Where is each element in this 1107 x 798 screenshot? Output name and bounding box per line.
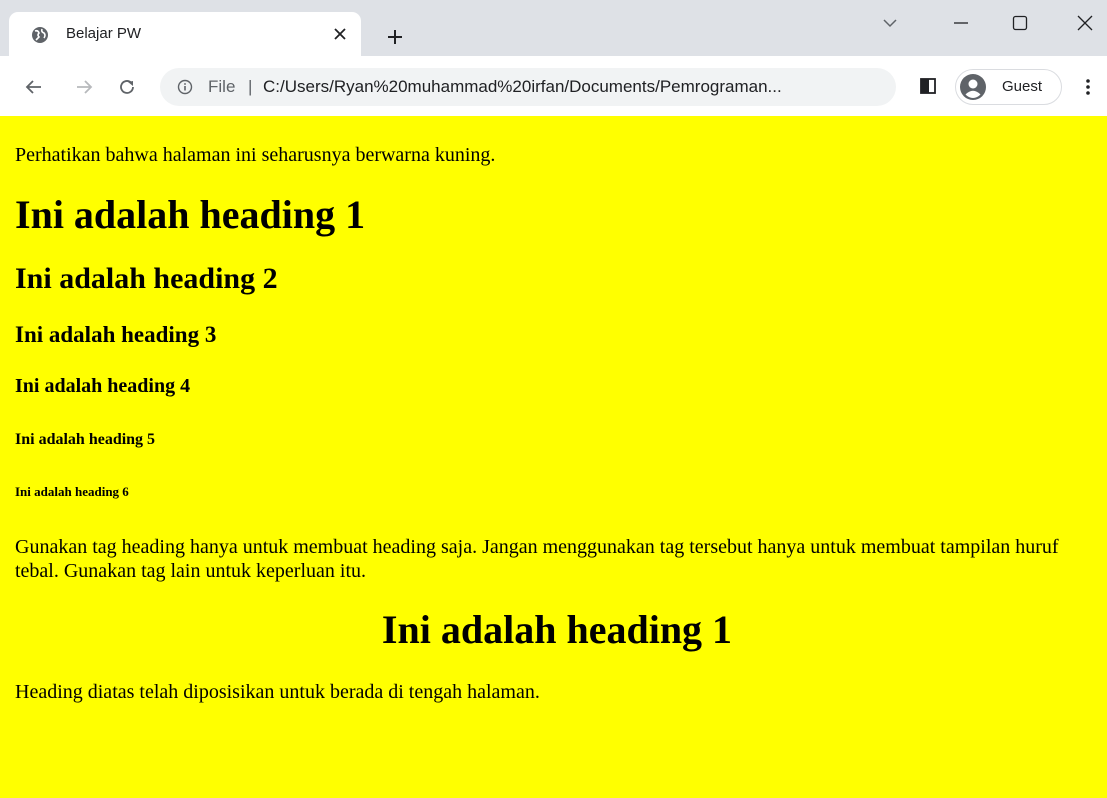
more-vertical-icon[interactable]: [1080, 77, 1096, 97]
heading-4: Ini adalah heading 4: [15, 375, 191, 397]
info-icon[interactable]: [177, 79, 193, 95]
tab-search-chevron-icon[interactable]: [879, 12, 901, 34]
profile-button[interactable]: Guest: [955, 69, 1062, 105]
tab-belajar-pw[interactable]: Belajar PW: [9, 12, 361, 56]
profile-label: Guest: [1002, 78, 1043, 95]
close-icon[interactable]: [331, 25, 349, 43]
side-panel-icon[interactable]: [919, 77, 937, 95]
tab-title: Belajar PW: [66, 25, 142, 42]
heading-5: Ini adalah heading 5: [15, 431, 156, 448]
address-bar[interactable]: File | C:/Users/Ryan%20muhammad%20irfan/…: [160, 68, 896, 106]
avatar-icon: [959, 73, 987, 101]
forward-arrow-icon[interactable]: [74, 77, 94, 97]
heading-3: Ini adalah heading 3: [15, 322, 217, 347]
note-paragraph: Gunakan tag heading hanya untuk membuat …: [15, 536, 1059, 582]
reload-icon[interactable]: [117, 77, 137, 97]
heading-2: Ini adalah heading 2: [15, 262, 278, 295]
heading-1: Ini adalah heading 1: [15, 192, 366, 237]
minimize-icon[interactable]: [950, 12, 972, 34]
back-arrow-icon[interactable]: [24, 77, 44, 97]
page-viewport: Perhatikan bahwa halaman ini seharusnya …: [0, 116, 1107, 798]
footer-paragraph: Heading diatas telah diposisikan untuk b…: [15, 681, 540, 703]
intro-paragraph: Perhatikan bahwa halaman ini seharusnya …: [15, 144, 496, 166]
url-scheme-label: File: [208, 77, 236, 96]
url-separator: |: [248, 77, 253, 96]
browser-toolbar: File | C:/Users/Ryan%20muhammad%20irfan/…: [0, 56, 1107, 116]
globe-icon: [31, 26, 49, 44]
close-window-icon[interactable]: [1074, 12, 1096, 34]
maximize-icon[interactable]: [1009, 12, 1031, 34]
centered-heading-1: Ini adalah heading 1: [381, 607, 733, 652]
page-content: Perhatikan bahwa halaman ini seharusnya …: [0, 143, 1107, 704]
url-text[interactable]: C:/Users/Ryan%20muhammad%20irfan/Documen…: [263, 77, 885, 97]
new-tab-plus-icon[interactable]: [385, 27, 405, 47]
heading-6: Ini adalah heading 6: [15, 484, 129, 499]
